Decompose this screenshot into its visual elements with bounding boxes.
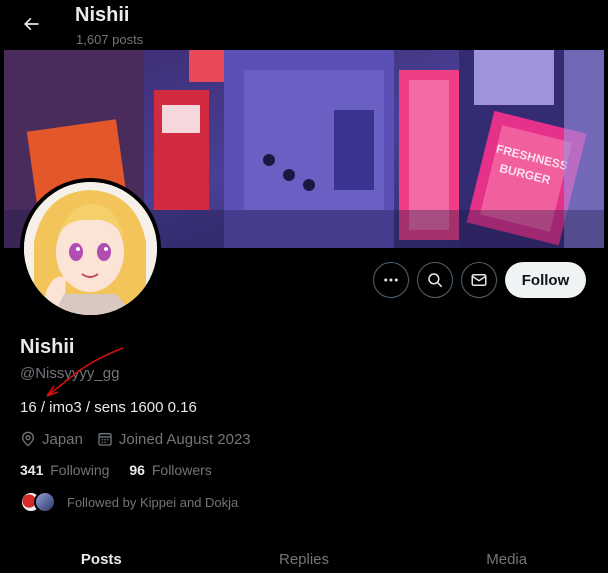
joined-text: Joined August 2023: [118, 430, 251, 448]
display-name: Nishii: [20, 336, 75, 358]
profile-bio: 16 / imo3 / sens 1600 0.16: [20, 399, 197, 416]
profile-header: Nishii 1,607 posts: [0, 0, 608, 50]
more-icon: [384, 278, 398, 282]
header-title: Nishii: [75, 4, 130, 26]
tab-replies[interactable]: Replies: [203, 540, 406, 573]
header-post-count: 1,607 posts: [76, 32, 144, 47]
location-text: Japan: [42, 430, 83, 448]
back-button[interactable]: [14, 7, 48, 41]
profile-actions: Follow: [0, 262, 608, 298]
search-profile-button[interactable]: [417, 262, 453, 298]
mail-icon: [471, 274, 487, 286]
following-count: 341: [20, 462, 44, 478]
followed-by-text: Followed by Kippei and Dokja: [67, 494, 239, 510]
followers-link[interactable]: 96 Followers: [129, 462, 211, 478]
location: Japan: [20, 431, 83, 448]
location-pin-icon: [21, 431, 35, 447]
tab-media[interactable]: Media: [405, 540, 608, 573]
follow-button[interactable]: Follow: [505, 262, 586, 298]
search-icon: [428, 273, 443, 288]
followers-count: 96: [129, 462, 145, 478]
profile-meta: Japan Joined August 2023: [20, 429, 265, 449]
following-link[interactable]: 341 Following: [20, 462, 109, 478]
arrow-left-icon: [24, 17, 39, 31]
user-handle: @Nissyyyy_gg: [20, 365, 120, 382]
followed-by-link[interactable]: Followed by Kippei and Dokja: [20, 491, 238, 513]
tab-posts[interactable]: Posts: [0, 540, 203, 573]
followers-label: Followers: [151, 462, 212, 478]
follow-stats: 341 Following 96 Followers: [20, 462, 232, 478]
avatar: [34, 491, 56, 513]
joined-date: Joined August 2023: [97, 431, 251, 448]
message-button[interactable]: [461, 262, 497, 298]
calendar-icon: [98, 433, 112, 446]
followed-by-avatars: [20, 491, 56, 513]
more-button[interactable]: [373, 262, 409, 298]
following-label: Following: [50, 462, 110, 478]
profile-tabs: Posts Replies Media: [0, 540, 608, 573]
